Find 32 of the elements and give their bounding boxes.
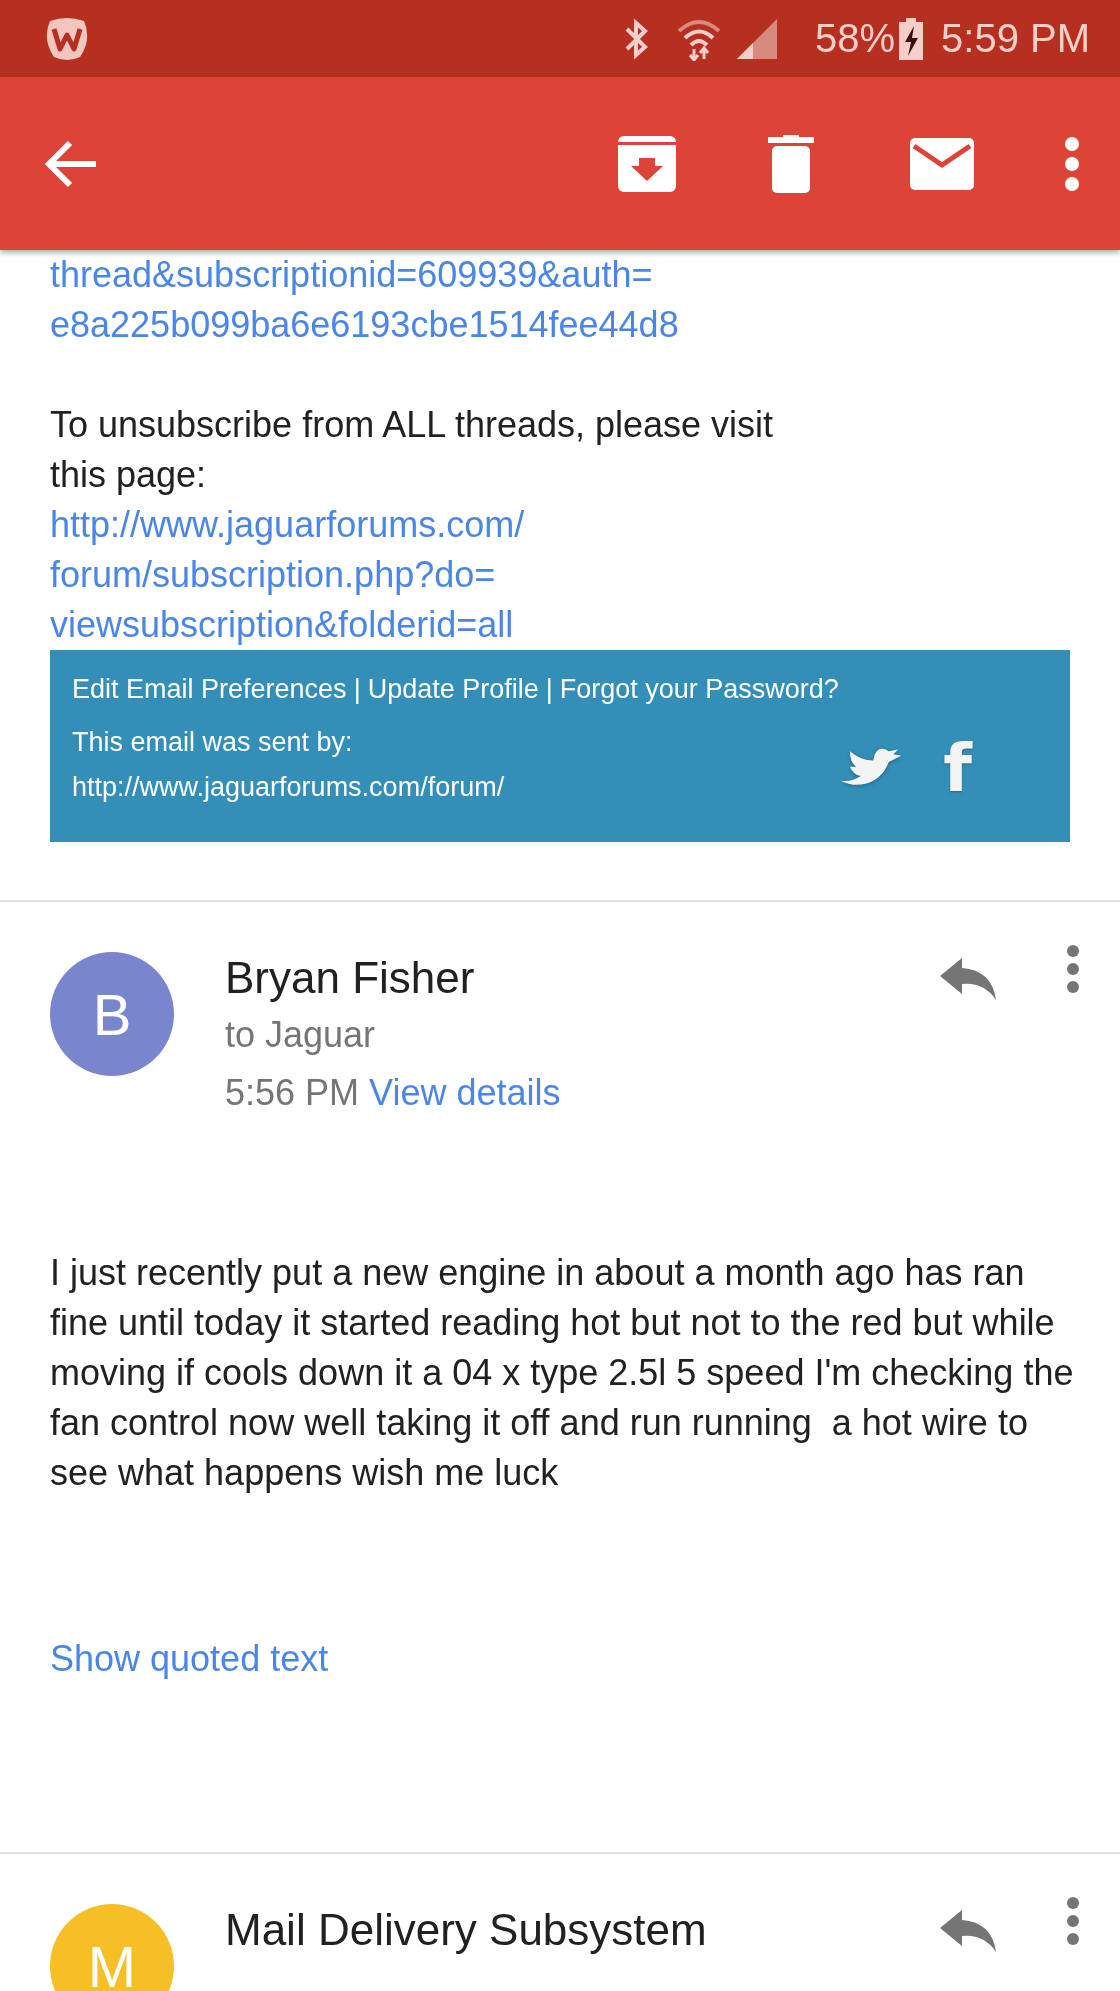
battery-percent: 58% (814, 16, 896, 61)
unsubscribe-link[interactable]: http://www.jaguarforums.com/ forum/subscription.php?do= viewsubscription&folderid=all (50, 500, 525, 650)
mark-unread-button[interactable] (910, 137, 974, 190)
more-options-icon[interactable] (1066, 1896, 1080, 1946)
view-details-link[interactable]: View details (369, 1072, 561, 1113)
sent-by-label: This email was sent by: (72, 726, 354, 759)
footer-link[interactable]: Edit Email Preferences (72, 664, 347, 714)
separator: | (545, 673, 553, 706)
more-options-button[interactable] (1064, 136, 1080, 191)
more-options-icon[interactable] (1066, 944, 1080, 994)
subscription-link[interactable]: thread&subscriptionid=609939&auth= e8a225b099ba6e6193cbe1514fee44d8 (50, 250, 679, 350)
battery-charging-icon (899, 17, 924, 60)
avatar: M (50, 1904, 174, 1991)
clock-time: 5:59 PM (941, 16, 1090, 61)
reply-icon[interactable] (940, 958, 996, 1000)
sender-name: Bryan Fisher (225, 952, 476, 1004)
forum-link[interactable]: http://www.jaguarforums.com/forum/ (72, 767, 505, 807)
sent-time: 5:56 PM (225, 1072, 360, 1113)
recipient-text: to Jaguar (225, 1013, 377, 1057)
delete-button[interactable] (768, 134, 814, 193)
footer-link[interactable]: Forgot your Password? (559, 664, 839, 714)
sender-name: Mail Delivery Subsystem (225, 1904, 708, 1956)
facebook-icon[interactable]: f (943, 734, 972, 804)
unsubscribe-text: To unsubscribe from ALL threads, please visit this page: (50, 403, 775, 497)
app-logo-icon (44, 16, 90, 61)
show-quoted-text-link[interactable]: Show quoted text (50, 1634, 329, 1684)
message-body: I just recently put a new engine in about a month ago has ran fine until today it started reading hot but not to the red but while moving if cools down it a 04 x type 2.5l 5 speed I'm checking the fan control now well taking it off and run running a hot wire to see what happens wish me luck (50, 1251, 1075, 1495)
separator: | (353, 673, 361, 706)
archive-button[interactable] (618, 135, 676, 192)
footer-link[interactable]: Update Profile (367, 664, 539, 714)
reply-icon[interactable] (940, 1910, 996, 1952)
avatar: B (50, 952, 174, 1076)
